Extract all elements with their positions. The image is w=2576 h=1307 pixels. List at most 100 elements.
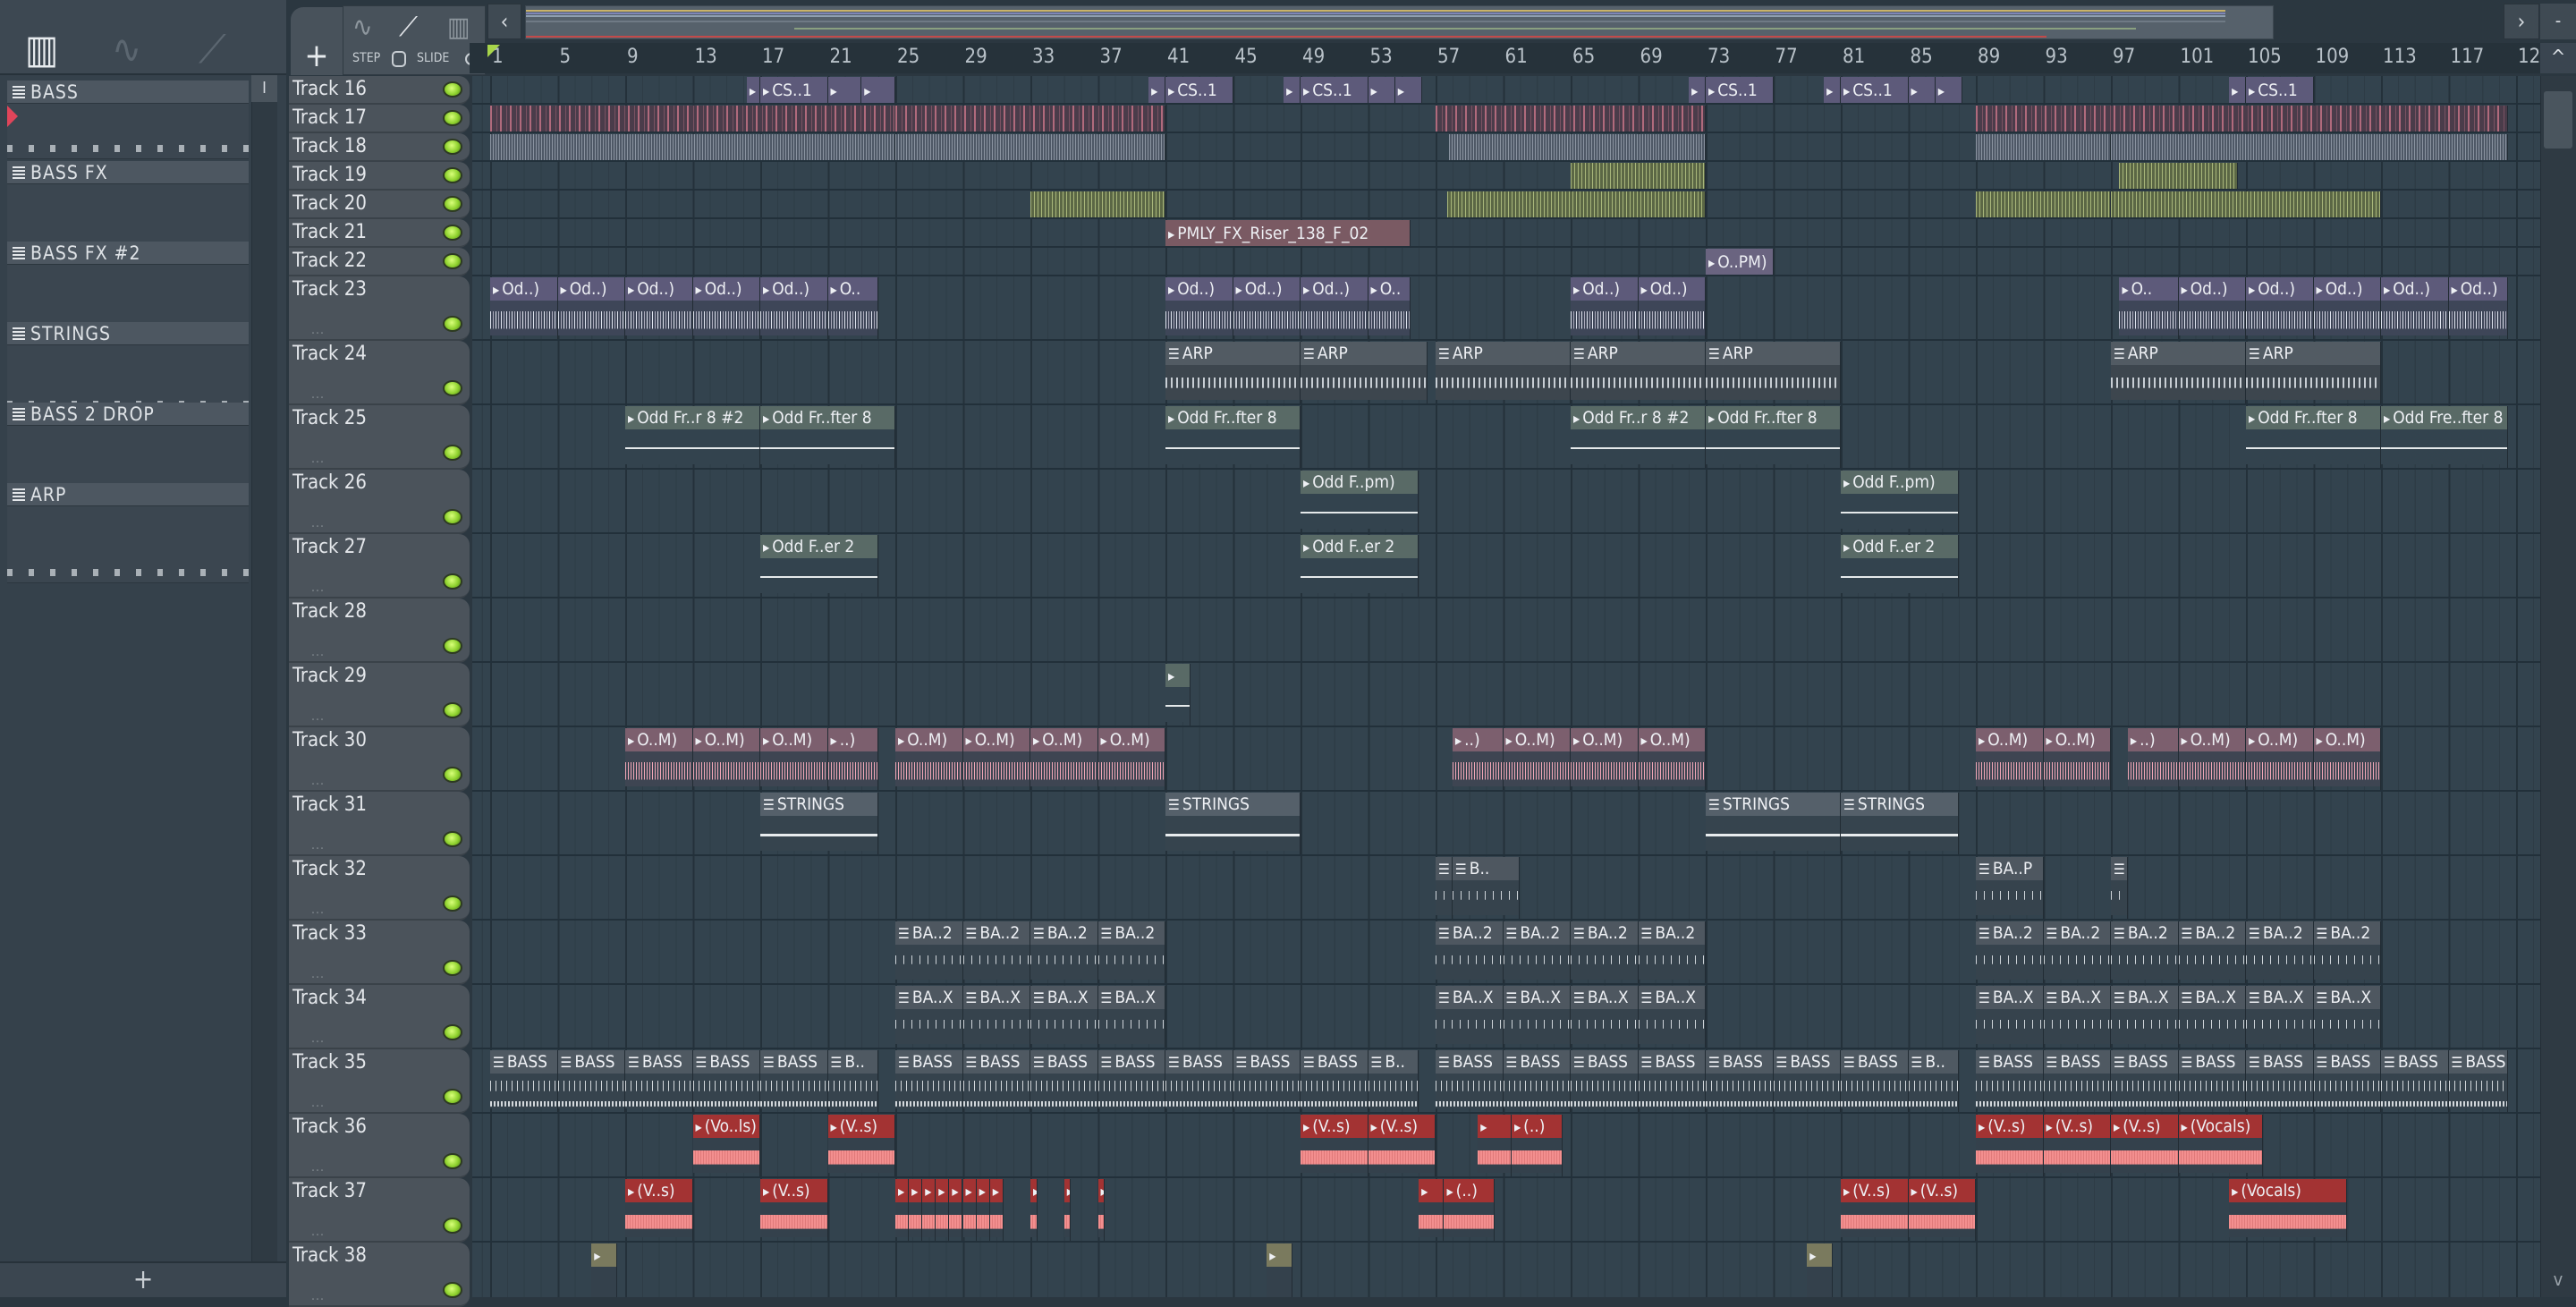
clip[interactable]: ▸ [746,77,760,103]
track-header[interactable]: Track 25... [289,405,470,470]
clip[interactable]: ☰ BA..X [2246,986,2314,1048]
clip[interactable]: ☰ BA..X [1097,986,1165,1048]
clip[interactable]: ☰ ARP [1571,342,1706,403]
clip[interactable]: ☰ BASS [1841,1050,1909,1112]
track-mute-led[interactable] [443,139,462,155]
clip[interactable]: ▸ CS..1 [1301,77,1368,103]
clip[interactable] [490,134,895,160]
clip[interactable]: ▸ (V..s) [625,1179,693,1241]
clip[interactable]: ▸ Od..) [2246,277,2314,339]
clip[interactable] [1976,134,2111,160]
track-header[interactable]: Track 28... [289,598,470,663]
track-lane[interactable] [472,133,2540,162]
track-mute-led[interactable] [443,316,462,332]
clip[interactable]: ▸ Od..) [2381,277,2449,339]
clip[interactable]: ▸ (V..s) [827,1115,895,1176]
track-lane[interactable]: ▸ ▸ ▸ [472,1243,2540,1297]
clip[interactable]: ▸ (V..s) [760,1179,828,1241]
clip[interactable]: ▸ Odd F..pm) [1841,471,1960,532]
clip[interactable]: ☰ BA..2 [1571,921,1639,983]
clip[interactable]: ☰ BASS [1436,1050,1504,1112]
automation-icon[interactable]: ⟋ [199,27,226,72]
track-header[interactable]: Track 33... [289,921,470,985]
clip[interactable]: ☰ BA..2 [895,921,963,983]
clip[interactable]: ▸ CS..1 [1706,77,1774,103]
track-mute-led[interactable] [443,1024,462,1040]
clip[interactable]: ▸..) [1452,728,1504,790]
track-lane[interactable]: ▸ Odd F..er 2 ▸ Odd F..er 2 ▸ Odd F..er 2 [472,534,2540,598]
clip[interactable]: ☰ BA..2 [1638,921,1706,983]
track-mute-led[interactable] [443,196,462,212]
clip[interactable]: ☰ BA..X [1030,986,1098,1048]
track-options-icon[interactable]: ... [311,967,325,981]
clip[interactable]: ▸ CS..1 [1841,77,1909,103]
pattern-item[interactable]: STRINGS [7,322,249,345]
track-mute-led[interactable] [443,638,462,654]
clip[interactable]: ☰ BASS [1571,1050,1639,1112]
track-lane[interactable]: ▸(V..s)▸(V..s)▸▸▸▸▸▸▸▸▸▸▸▸▸(..)▸(V..s)▸(… [472,1178,2540,1243]
audio-waveform-icon[interactable]: ∿ [112,27,141,72]
pattern-preview[interactable] [7,104,249,159]
clip[interactable]: ▸ [1394,77,1422,103]
pattern-item[interactable]: BASS FX [7,161,249,184]
clip[interactable]: ☰ BASS [1773,1050,1841,1112]
clip[interactable]: ☰ BASS [2448,1050,2508,1112]
picker-scrollbar[interactable] [251,79,277,1261]
track-options-icon[interactable]: ... [311,903,325,917]
track-name[interactable]: Track 22 [292,250,367,272]
clip[interactable]: ☰ BA..X [2178,986,2246,1048]
clip[interactable]: ▸ [1935,77,1962,103]
clip[interactable]: ▸ O..M) [692,728,760,790]
track-header[interactable]: Track 17 [289,105,470,133]
clip[interactable]: ▸ [1165,664,1191,726]
clip[interactable]: ▸ (V..s) [1841,1179,1909,1241]
clip[interactable]: ☰ ARP [1706,342,1841,403]
clip[interactable]: ☰ BASS [895,1050,963,1112]
clip[interactable]: ▸ Od..) [2448,277,2508,339]
clip[interactable]: ☰ B.. [1908,1050,1960,1112]
clip[interactable]: ☰ BA..2 [1097,921,1165,983]
track-lane[interactable]: ▸ PMLY_FX_Riser_138_F_02 [472,219,2540,248]
clip[interactable]: ☰ STRINGS [1841,793,1960,854]
track-options-icon[interactable]: ... [311,1031,325,1046]
clip[interactable]: ☰ BASS [962,1050,1030,1112]
piano-roll-icon[interactable]: ▥ [25,27,58,72]
track-name[interactable]: Track 31 [292,794,367,816]
track-lane[interactable] [472,598,2540,663]
pattern-item[interactable]: BASS 2 DROP [7,403,249,426]
pattern-clip-icon[interactable]: ▥ [447,12,470,43]
clip[interactable]: ▸ O..M) [1503,728,1571,790]
clip[interactable]: ▸ Od..) [490,277,558,339]
track-header[interactable]: Track 20 [289,191,470,219]
track-lane[interactable] [472,105,2540,133]
clip[interactable]: ▸ (V..s) [2043,1115,2111,1176]
track-name[interactable]: Track 21 [292,221,367,243]
clip[interactable]: ☰ BASS [1503,1050,1571,1112]
clip[interactable]: ☰ BA..2 [1976,921,2044,983]
scroll-right-button[interactable]: › [2504,4,2539,39]
track-header[interactable]: Track 32... [289,856,470,921]
scroll-down-button[interactable]: v [2540,1261,2576,1297]
clip[interactable]: ▸ Od..) [1165,277,1233,339]
clip[interactable]: ▸ Odd Fr..fter 8 [760,406,895,468]
clip[interactable]: ▸..) [2127,728,2179,790]
track-options-icon[interactable]: ... [311,581,325,595]
playlist-grid[interactable]: ▸ ▸ CS..1 ▸ ▸ ▸ ▸ CS..1 ▸ ▸ CS..1 ▸ ▸ ▸ ▸ CS..1 ▸ ▸ CS..1 ▸… [472,76,2540,1297]
clip[interactable]: ▸ [1824,77,1841,103]
clip[interactable]: ▸ (Vo..ls) [692,1115,760,1176]
track-options-icon[interactable]: ... [311,516,325,530]
clip[interactable] [1030,191,1165,217]
clip[interactable]: ▸ O..M) [2043,728,2111,790]
clip[interactable]: ☰ BA..X [2111,986,2179,1048]
clip[interactable]: ▸ [861,77,895,103]
track-header[interactable]: Track 24... [289,341,470,405]
track-name[interactable]: Track 34 [292,987,367,1009]
track-mute-led[interactable] [443,831,462,847]
track-name[interactable]: Track 19 [292,164,367,186]
step-toggle[interactable] [392,51,406,67]
playlist-overview[interactable] [525,5,2274,39]
clip[interactable]: ▸ [1097,1179,1106,1241]
track-header[interactable]: Track 34... [289,985,470,1049]
track-name[interactable]: Track 36 [292,1116,367,1138]
playhead-marker[interactable] [487,45,500,57]
